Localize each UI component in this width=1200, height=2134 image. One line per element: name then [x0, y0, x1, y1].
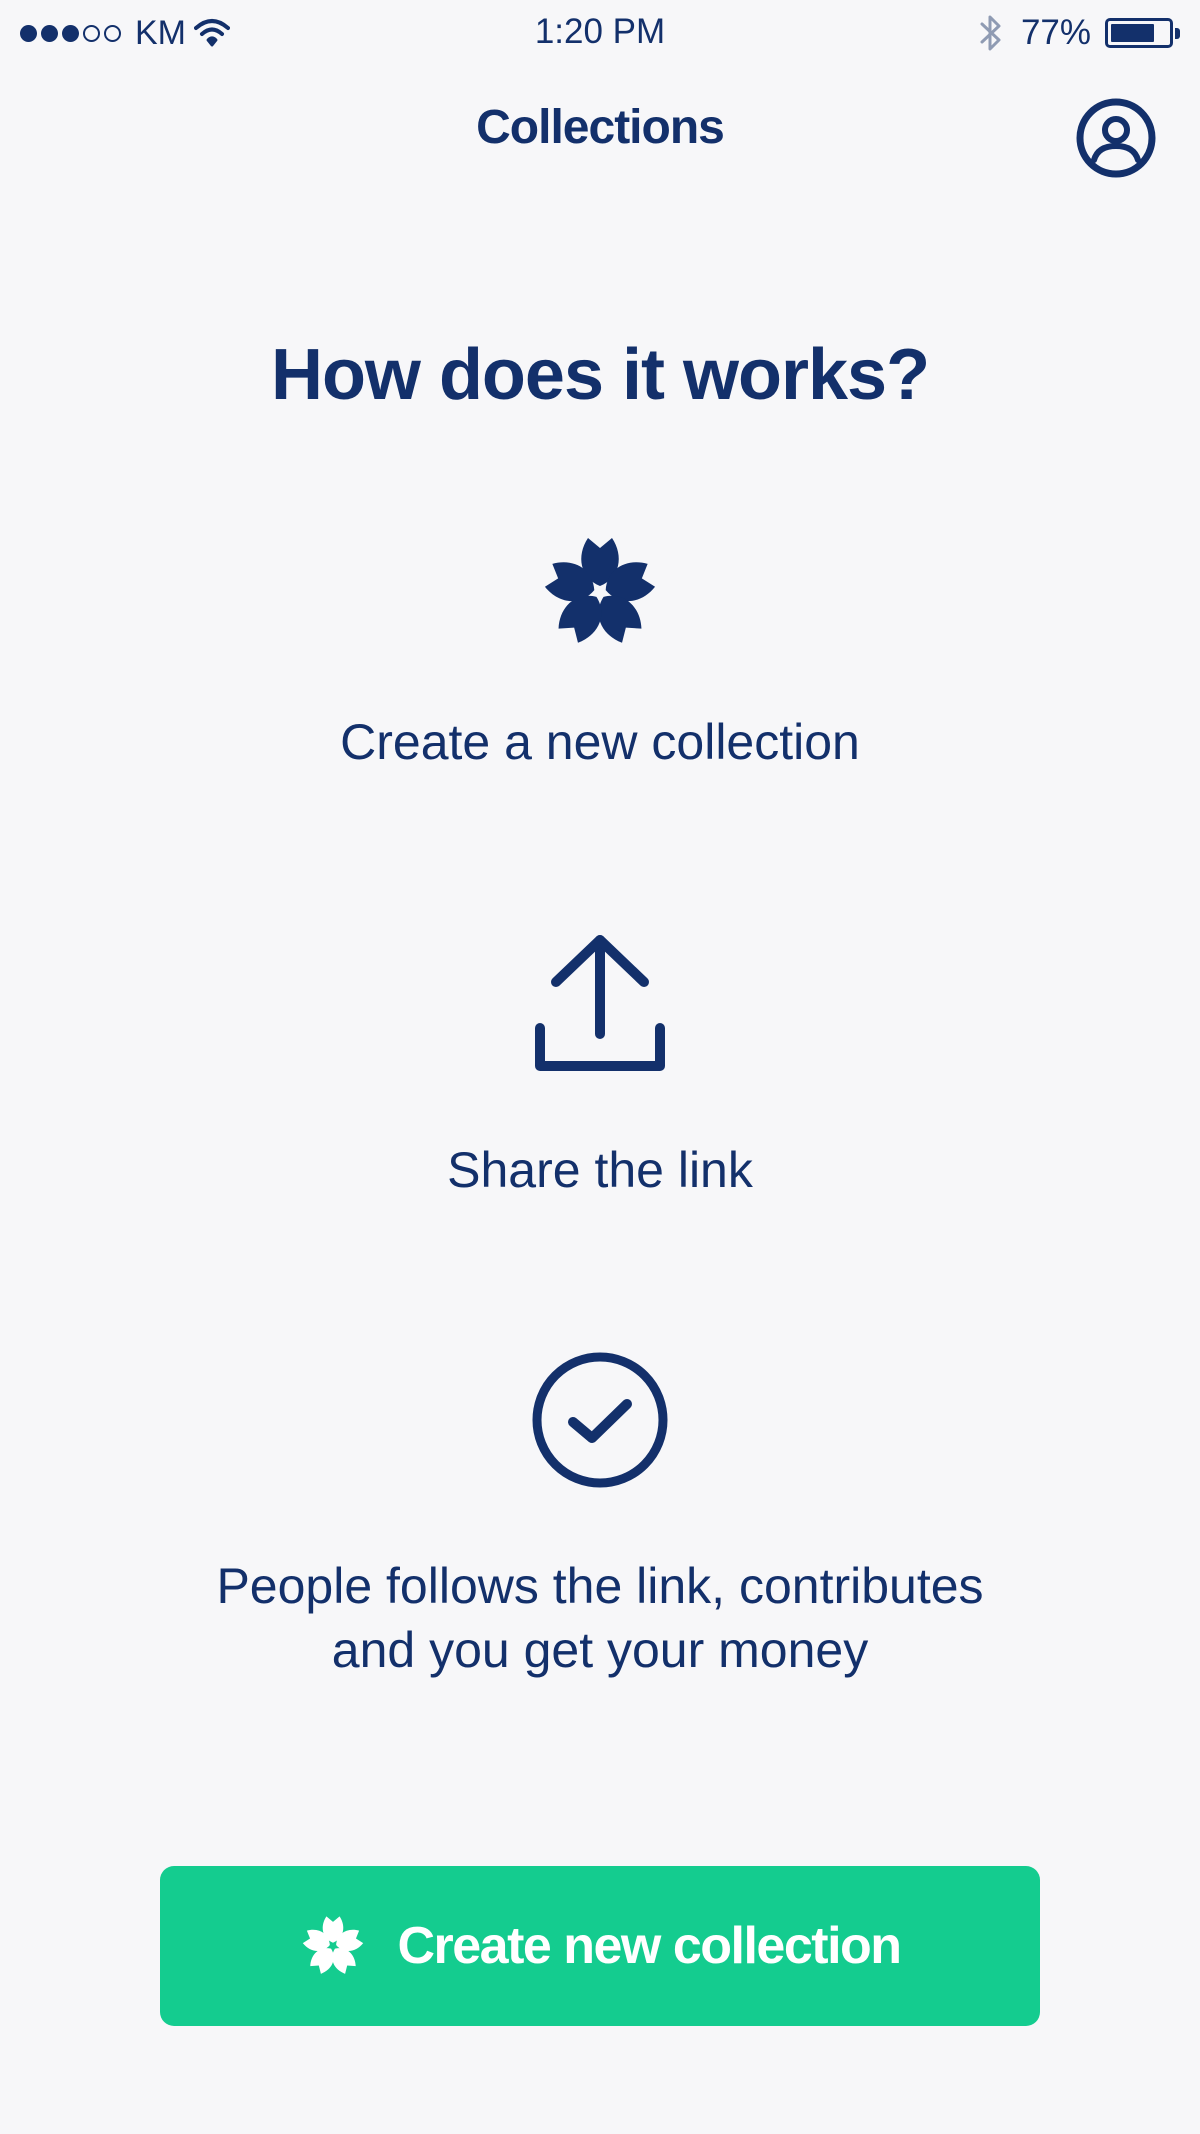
battery-area: 77%: [979, 12, 1180, 54]
battery-cap: [1175, 27, 1180, 39]
battery-icon: [1105, 18, 1173, 48]
battery-percent: 77%: [1020, 13, 1091, 52]
flower-icon: [303, 1916, 364, 1974]
bluetooth-icon: [980, 15, 1001, 51]
how-it-works-heading: How does it works?: [270, 335, 930, 415]
page-title: Collections: [476, 101, 725, 154]
user-circle-icon[interactable]: [1074, 96, 1158, 180]
check-circle-icon: [532, 1352, 668, 1488]
status-bar: KM 1:20 PM 77%: [0, 0, 1200, 66]
share-upload-icon: [535, 935, 665, 1071]
create-collection-button[interactable]: Create new collection: [160, 1866, 1040, 2026]
step-text-contribute: People follows the link, contributes and…: [216, 1558, 984, 1678]
battery-fill: [1111, 24, 1155, 42]
create-collection-label: Create new collection: [397, 1917, 902, 1975]
step-text-share: Share the link: [447, 1142, 753, 1198]
step-text-create: Create a new collection: [340, 714, 860, 770]
flower-icon: [544, 538, 656, 643]
